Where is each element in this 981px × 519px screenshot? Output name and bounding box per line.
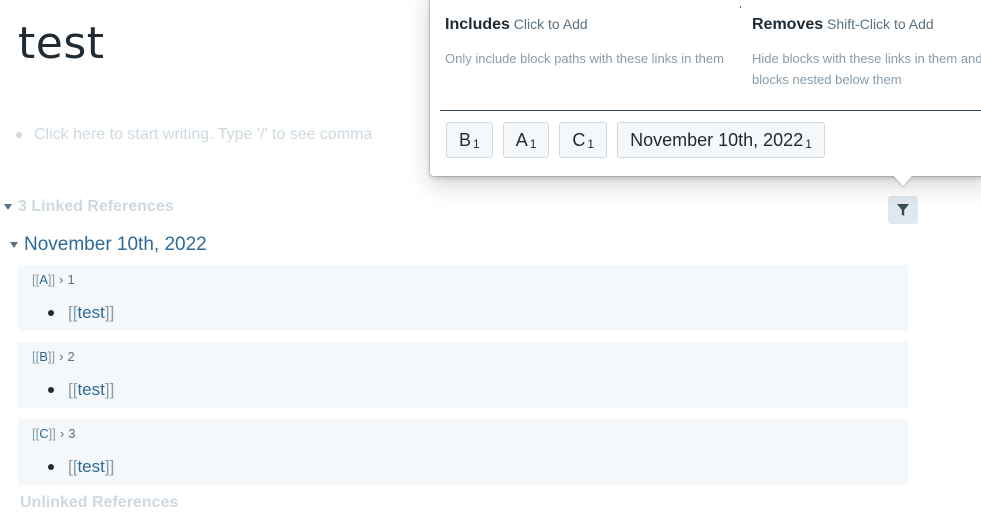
breadcrumb-page-link[interactable]: C — [39, 426, 48, 441]
caret-down-icon[interactable] — [10, 242, 18, 248]
child-block[interactable]: [[test]] — [48, 380, 114, 400]
page-link[interactable]: test — [77, 457, 104, 476]
filter-tag-c[interactable]: C1 — [559, 122, 608, 158]
reference-block: [[B]] › 2 [[test]] — [18, 342, 908, 408]
popover-divider — [440, 110, 981, 111]
reference-group-title[interactable]: November 10th, 2022 — [24, 234, 207, 256]
linked-references-label: 3 Linked References — [18, 198, 174, 215]
removes-heading: Removes Shift-Click to Add — [752, 16, 934, 33]
breadcrumb[interactable]: [[C]] › 3 — [32, 426, 75, 441]
removes-description: Hide blocks with these links in them and… — [752, 51, 981, 87]
block-bullet[interactable] — [16, 132, 22, 138]
breadcrumb-block[interactable]: 3 — [68, 426, 75, 441]
block-bullet[interactable] — [48, 464, 54, 470]
linked-references-header[interactable]: 3 Linked References — [4, 198, 174, 216]
child-block[interactable]: [[test]] — [48, 303, 114, 323]
popover-arrow — [894, 176, 912, 186]
filter-tags: B1 A1 C1 November 10th, 2022 1 — [446, 122, 825, 158]
filter-popover: Includes Click to Add Only include block… — [430, 0, 981, 176]
filter-icon — [897, 204, 909, 216]
page-link[interactable]: test — [77, 303, 104, 322]
reference-group-header[interactable]: November 10th, 2022 — [10, 234, 207, 256]
tag-count: 1 — [529, 137, 537, 151]
block-bullet[interactable] — [48, 387, 54, 393]
breadcrumb[interactable]: [[A]] › 1 — [32, 272, 75, 287]
column-divider — [740, 6, 741, 8]
breadcrumb-page-link[interactable]: B — [39, 349, 48, 364]
page-title[interactable]: test — [18, 22, 105, 66]
tag-count: 1 — [587, 137, 595, 151]
empty-block[interactable]: Click here to start writing. Type '/' to… — [16, 126, 372, 144]
filter-button[interactable] — [888, 196, 918, 224]
child-block[interactable]: [[test]] — [48, 457, 114, 477]
removes-section: Removes Shift-Click to Add Hide blocks w… — [752, 16, 981, 90]
page-link[interactable]: test — [77, 380, 104, 399]
filter-tag-b[interactable]: B1 — [446, 122, 493, 158]
block-bullet[interactable] — [48, 310, 54, 316]
breadcrumb[interactable]: [[B]] › 2 — [32, 349, 75, 364]
includes-heading: Includes Click to Add — [445, 16, 588, 33]
filter-tag-date[interactable]: November 10th, 2022 1 — [617, 122, 825, 158]
breadcrumb-page-link[interactable]: A — [39, 272, 48, 287]
reference-block: [[C]] › 3 [[test]] — [18, 419, 908, 485]
breadcrumb-block[interactable]: 1 — [67, 272, 74, 287]
filter-tag-a[interactable]: A1 — [502, 122, 550, 158]
block-placeholder[interactable]: Click here to start writing. Type '/' to… — [34, 126, 372, 144]
tag-count: 1 — [805, 137, 812, 151]
includes-section: Includes Click to Add Only include block… — [445, 16, 740, 69]
tag-count: 1 — [473, 137, 480, 151]
reference-block: [[A]] › 1 [[test]] — [18, 265, 908, 331]
includes-description: Only include block paths with these link… — [445, 51, 724, 66]
unlinked-references-header[interactable]: Unlinked References — [20, 494, 178, 512]
caret-down-icon[interactable] — [4, 204, 12, 210]
breadcrumb-block[interactable]: 2 — [67, 349, 74, 364]
